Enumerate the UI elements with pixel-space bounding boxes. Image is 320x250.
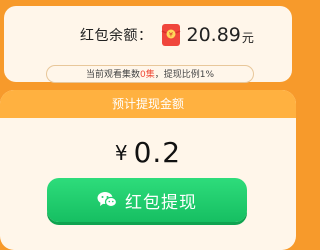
episode-count: 0集 <box>140 70 155 80</box>
red-packet-icon: ¥ <box>161 23 181 47</box>
progress-prefix: 当前观看集数 <box>85 70 140 80</box>
balance-amount: 20.89 <box>186 24 241 46</box>
balance-unit: 元 <box>241 31 254 45</box>
wechat-icon <box>97 191 118 209</box>
progress-info: 当前观看集数0集，提现比例1% <box>46 65 254 83</box>
estimated-amount: ¥0.2 <box>0 136 296 169</box>
balance-label: 红包余额： <box>80 28 153 44</box>
progress-suffix: ，提现比例1% <box>154 70 215 80</box>
amount-value: 0.2 <box>133 136 182 169</box>
withdraw-button[interactable]: 红包提现 <box>47 178 247 222</box>
svg-text:¥: ¥ <box>168 31 172 39</box>
balance-row: 红包余额： ¥ 20.89 元 <box>80 22 254 48</box>
currency-symbol: ¥ <box>114 141 128 165</box>
withdraw-header: 预计提现金额 <box>0 90 296 118</box>
balance-card: 红包余额： ¥ 20.89 元 当前观看集数0集，提现比例1% <box>4 6 292 83</box>
withdraw-button-label: 红包提现 <box>125 192 197 213</box>
withdraw-card: 预计提现金额 ¥0.2 红包提现 <box>0 90 296 250</box>
